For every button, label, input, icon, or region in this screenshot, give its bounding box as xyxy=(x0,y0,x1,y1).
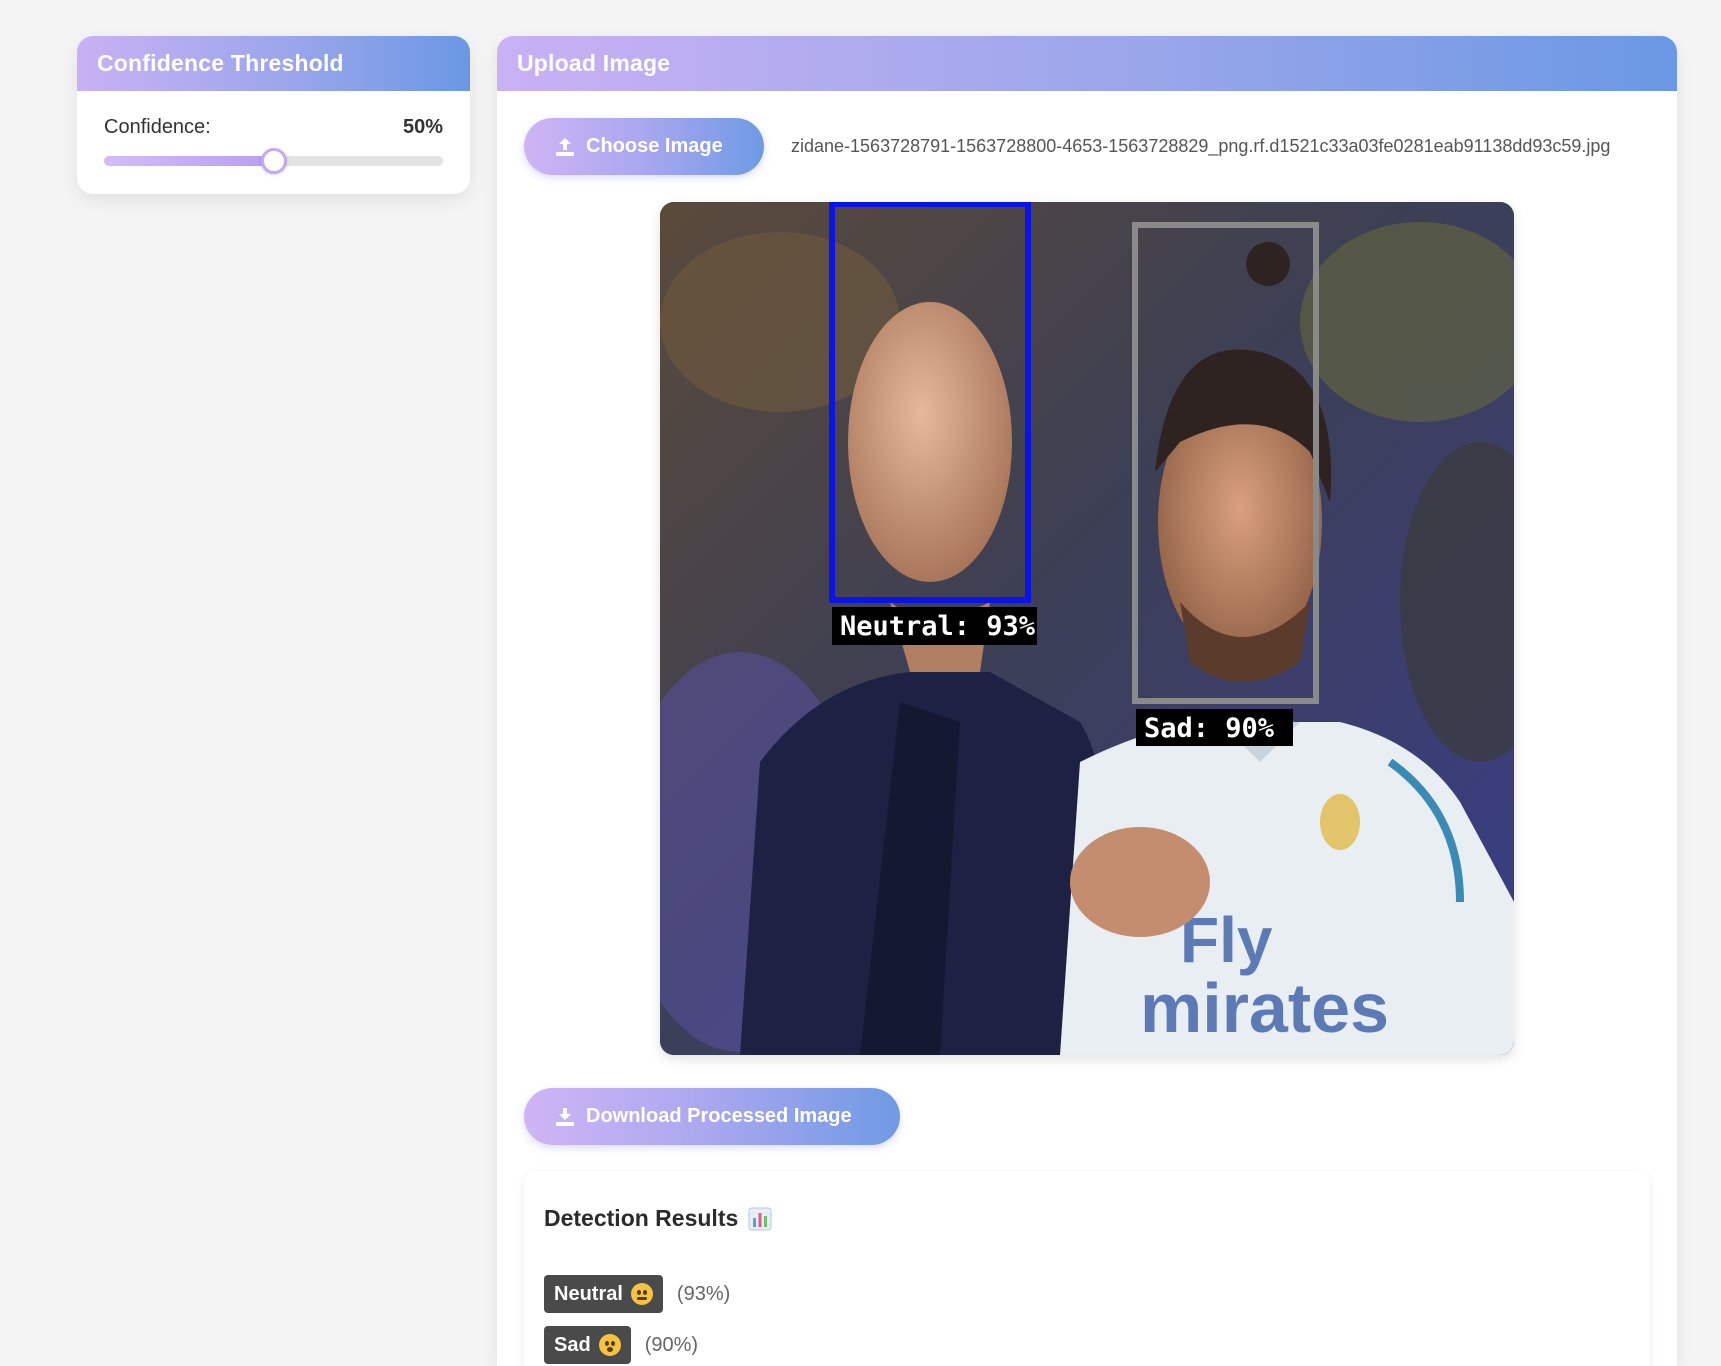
processed-image-preview: Fly mirates Neutral: 93% Sad: 90% xyxy=(660,202,1514,1055)
upload-image-panel: Upload Image Choose Image zidane-1563728… xyxy=(497,36,1677,1366)
sad-face-emoji xyxy=(598,1334,621,1356)
result-item: Sad (90%) xyxy=(544,1326,698,1364)
results-title-text: Detection Results xyxy=(544,1205,739,1231)
result-item: Neutral (93%) xyxy=(544,1275,730,1313)
bar-chart-icon xyxy=(748,1207,772,1230)
download-label: Download Processed Image xyxy=(586,1105,852,1127)
detection-results-card: Detection Results Neutral (93%) Sad (90%… xyxy=(524,1171,1650,1366)
confidence-row: Confidence: 50% xyxy=(104,116,443,139)
download-icon xyxy=(556,1107,574,1126)
detection-label-neutral: Neutral: 93% xyxy=(840,611,1036,642)
upload-panel-title: Upload Image xyxy=(497,36,1677,91)
emotion-name: Neutral xyxy=(554,1283,623,1305)
confidence-slider[interactable] xyxy=(104,148,443,174)
slider-thumb[interactable] xyxy=(260,148,287,174)
selected-file-name: zidane-1563728791-1563728800-4653-156372… xyxy=(791,136,1611,156)
confidence-threshold-panel: Confidence Threshold Confidence: 50% xyxy=(77,36,470,194)
detection-results-title: Detection Results xyxy=(544,1205,772,1232)
choose-image-label: Choose Image xyxy=(586,135,723,157)
emotion-badge-neutral: Neutral xyxy=(544,1275,663,1313)
choose-image-button[interactable]: Choose Image xyxy=(524,118,764,175)
detection-label-sad: Sad: 90% xyxy=(1144,713,1275,744)
confidence-label: Confidence: xyxy=(104,116,211,138)
neutral-face-emoji xyxy=(630,1283,653,1305)
emotion-name: Sad xyxy=(554,1334,591,1356)
upload-icon xyxy=(556,137,574,156)
processed-image: Fly mirates Neutral: 93% Sad: 90% xyxy=(660,202,1514,1055)
slider-fill xyxy=(104,156,274,166)
emotion-percent: (93%) xyxy=(676,1282,731,1305)
confidence-value: 50% xyxy=(402,116,443,138)
svg-text:mirates: mirates xyxy=(1140,969,1389,1047)
download-processed-image-button[interactable]: Download Processed Image xyxy=(524,1088,900,1145)
emotion-badge-sad: Sad xyxy=(544,1326,631,1364)
confidence-panel-title: Confidence Threshold xyxy=(77,36,470,91)
emotion-percent: (90%) xyxy=(644,1333,699,1356)
